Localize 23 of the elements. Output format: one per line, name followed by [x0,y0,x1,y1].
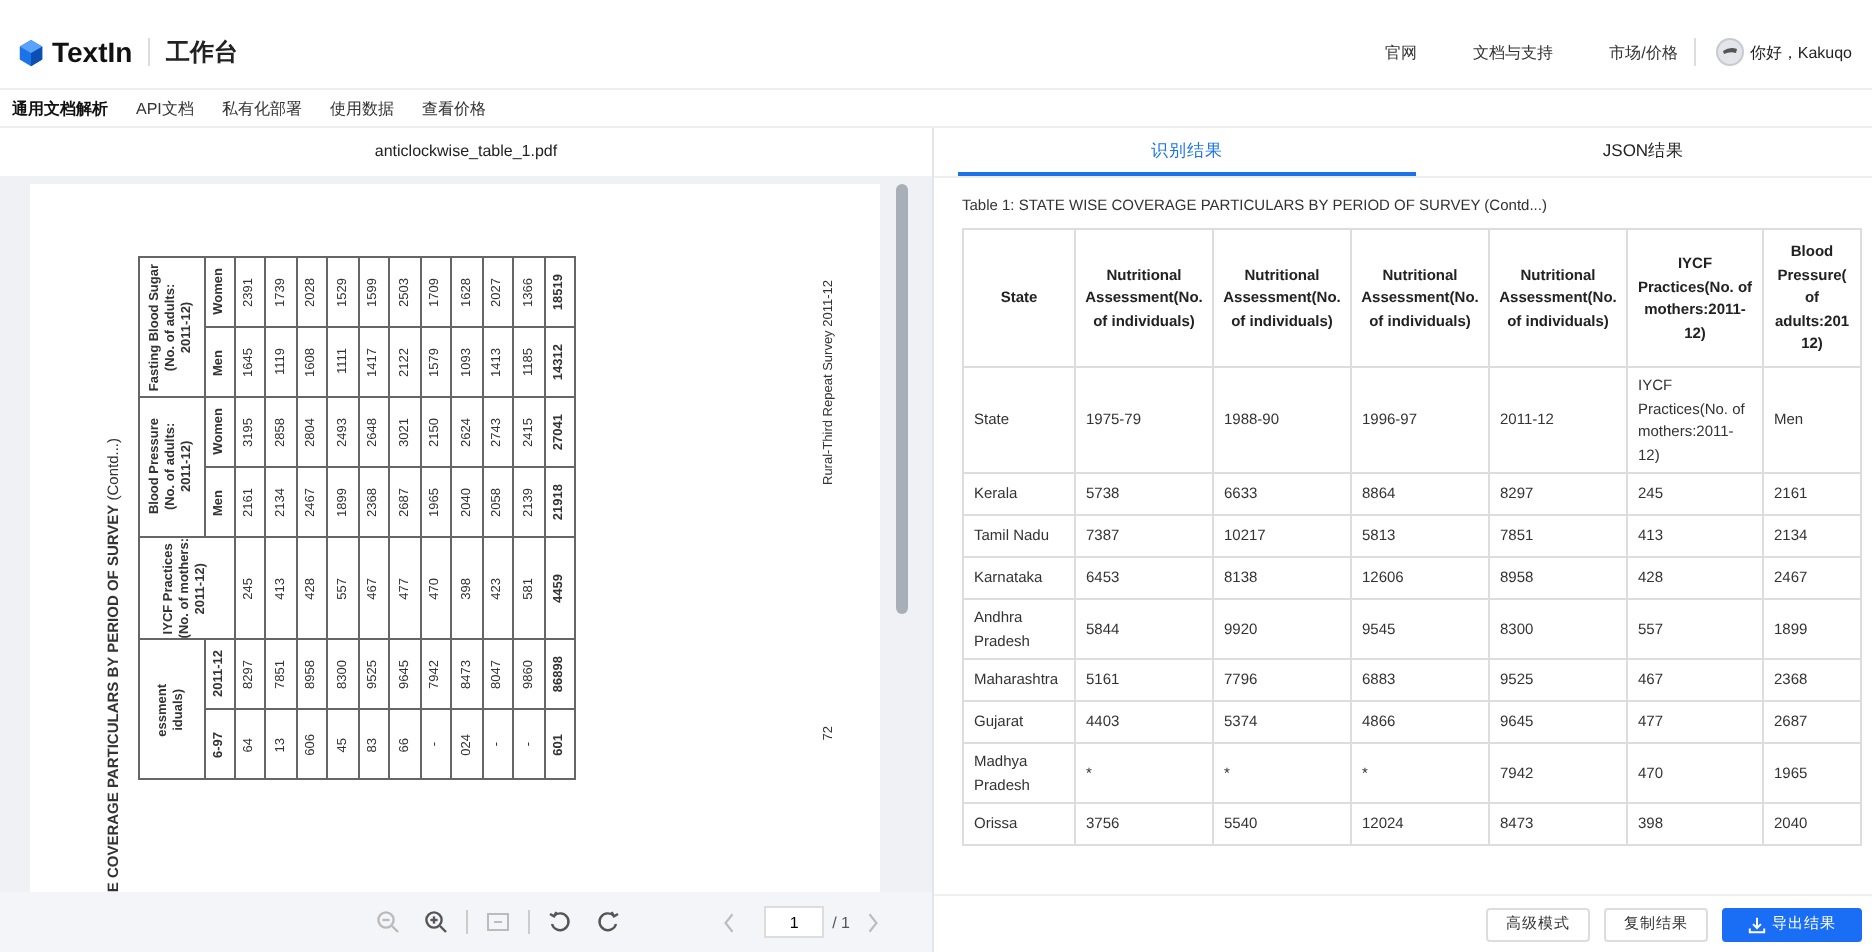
rotate-left-icon[interactable] [548,910,572,934]
nav-item[interactable]: 查看价格 [421,97,486,119]
result-tab[interactable]: 识别结果 [958,128,1415,176]
top-nav-link[interactable]: 官网 [1385,41,1418,63]
user-greeting[interactable]: 你好，Kakuqo [1749,41,1852,63]
avatar-icon[interactable] [1715,38,1744,66]
nav-item[interactable]: 通用文档解析 [12,97,108,119]
workspace-title: 工作台 [166,35,239,69]
file-name: anticlockwise_table_1.pdf [0,128,932,176]
logo-icon [16,37,46,67]
nav-item[interactable]: API文档 [136,97,194,119]
scrollbar-thumb[interactable] [896,184,908,614]
page-number-input[interactable]: 1 [764,906,825,938]
top-nav-link[interactable]: 市场/价格 [1609,41,1678,63]
brand-name: TextIn [52,36,133,68]
zoom-in-icon[interactable] [424,910,448,934]
nav-item[interactable]: 私有化部署 [221,97,302,119]
result-tab[interactable]: JSON结果 [1415,128,1872,176]
nav-item[interactable]: 使用数据 [329,97,394,119]
rotate-right-icon[interactable] [596,910,620,934]
top-nav-link[interactable]: 文档与支持 [1473,41,1554,63]
page-total: / 1 [832,913,850,931]
download-icon [1748,915,1766,933]
